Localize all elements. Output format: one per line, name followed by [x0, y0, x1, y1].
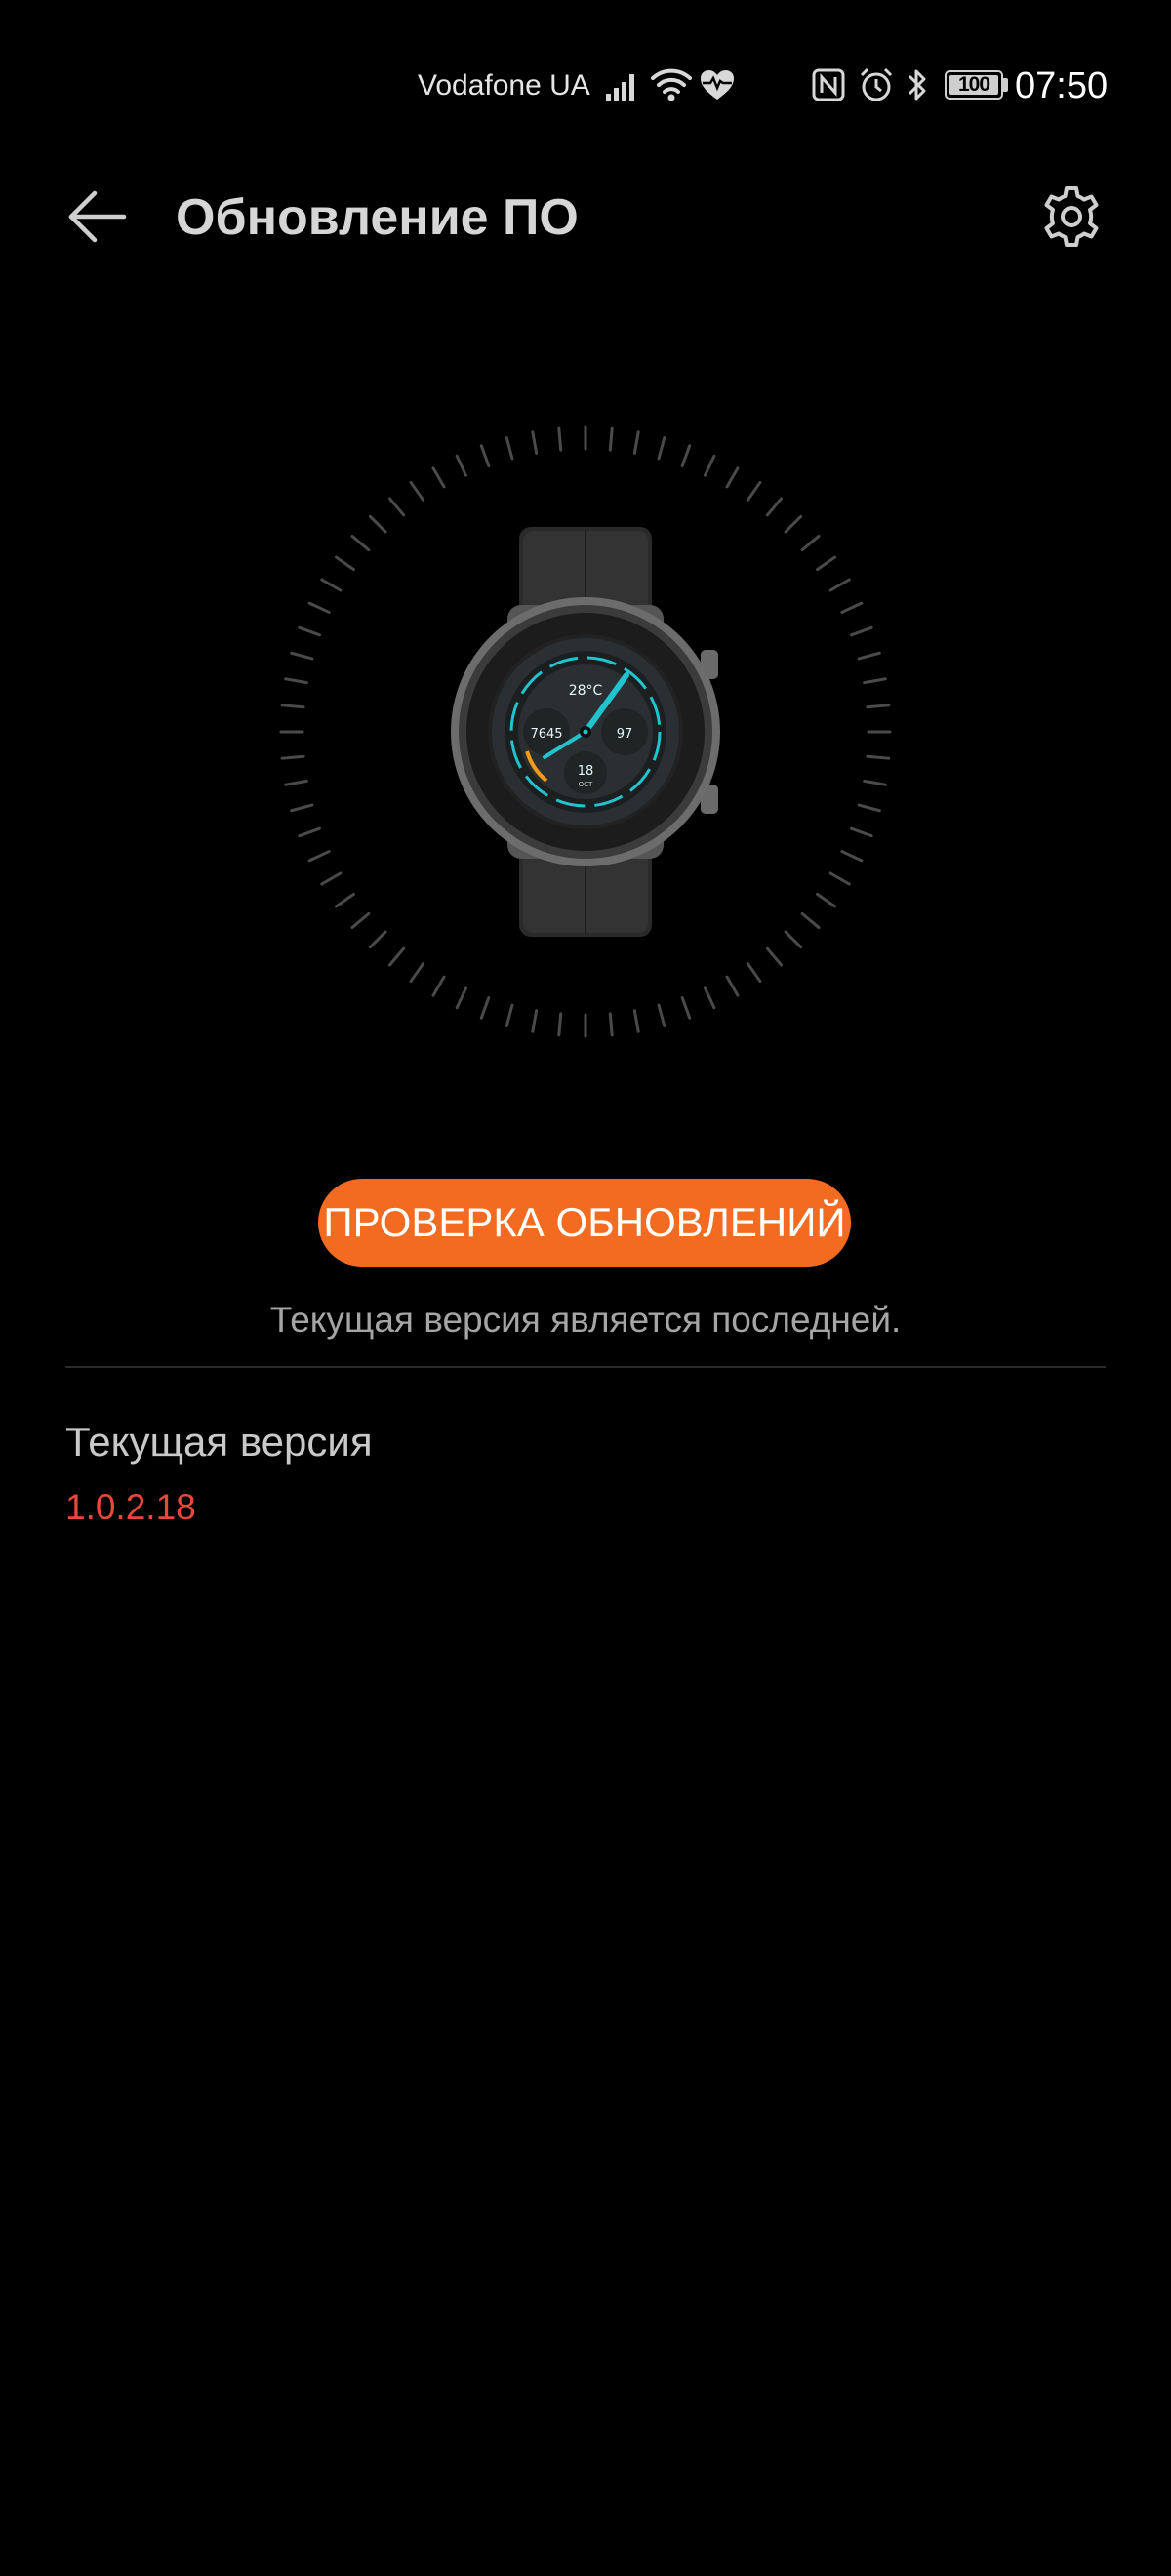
ring-tick [290, 803, 314, 813]
ring-tick [816, 892, 837, 908]
ring-tick [409, 962, 425, 984]
divider [65, 1366, 1106, 1368]
ring-tick [608, 426, 614, 452]
ring-tick [280, 754, 305, 760]
ring-tick [725, 975, 740, 997]
ring-tick [307, 601, 331, 614]
nfc-icon [812, 68, 845, 101]
bluetooth-icon [908, 69, 926, 101]
ring-tick [657, 1003, 666, 1027]
ring-tick [784, 930, 803, 949]
ring-tick [866, 704, 891, 709]
ring-tick [680, 996, 692, 1020]
ring-tick [505, 436, 514, 461]
ring-tick [863, 779, 887, 786]
ring-tick [368, 514, 387, 534]
status-bar: Vodafone UA 100 07:50 [0, 0, 1171, 176]
current-version-label: Текущая версия [65, 1419, 373, 1465]
ring-tick [334, 555, 355, 572]
ring-tick [765, 497, 784, 517]
watch-month-text: OCT [579, 781, 593, 788]
ring-tick [632, 1009, 640, 1033]
ring-tick [290, 651, 314, 661]
ring-tick [298, 625, 321, 637]
ring-tick [431, 975, 446, 997]
ring-tick [350, 534, 371, 552]
ring-tick [320, 578, 343, 592]
arrow-left-icon [68, 190, 127, 243]
ring-tick [863, 677, 887, 685]
ring-tick [387, 946, 406, 967]
ring-tick [840, 601, 864, 614]
ring-tick [531, 430, 539, 455]
wifi-icon [651, 68, 692, 101]
gear-icon [1044, 186, 1099, 247]
ring-tick [505, 1003, 514, 1027]
ring-tick [284, 779, 308, 786]
ring-tick [816, 555, 837, 572]
ring-tick [746, 962, 762, 984]
watch-temp-text: 28°C [569, 683, 603, 699]
ring-tick [704, 454, 716, 477]
ring-tick [746, 480, 762, 502]
ring-tick [307, 850, 331, 863]
ring-tick [704, 986, 716, 1010]
ring-tick [479, 996, 491, 1020]
ring-tick [840, 850, 864, 863]
ring-tick [680, 444, 692, 467]
ring-tick [828, 871, 851, 886]
ring-tick [828, 578, 851, 592]
watch-steps-text: 7645 [530, 727, 562, 742]
watch-heart-text: 97 [617, 727, 633, 742]
watch-date-text: 18 [578, 764, 594, 779]
ring-tick [608, 1012, 614, 1037]
heart-rate-icon [701, 70, 734, 100]
back-button[interactable] [59, 178, 137, 256]
ring-tick [431, 466, 446, 489]
battery-icon: 100 [945, 70, 1003, 100]
ring-tick [557, 426, 563, 452]
ring-tick [857, 651, 881, 661]
ring-tick [632, 430, 640, 455]
ring-tick [857, 803, 881, 813]
ring-tick [455, 986, 467, 1010]
ring-tick [850, 625, 873, 637]
ring-tick [350, 911, 371, 930]
battery-level: 100 [957, 73, 990, 96]
ring-tick [409, 480, 425, 502]
status-time: 07:50 [1015, 65, 1109, 106]
alarm-icon [860, 67, 893, 101]
ring-tick [557, 1012, 563, 1037]
ring-tick [455, 454, 467, 477]
ring-tick [298, 826, 321, 838]
page-title: Обновление ПО [176, 189, 579, 246]
ring-tick [320, 871, 343, 886]
ring-tick [800, 911, 821, 930]
ring-tick [280, 704, 305, 709]
ring-tick [479, 444, 491, 467]
ring-tick [657, 436, 666, 461]
carrier-name: Vodafone UA [418, 69, 590, 101]
ring-tick [725, 466, 740, 489]
signal-icon [606, 74, 634, 101]
ring-tick [866, 754, 891, 760]
ring-tick [387, 497, 406, 517]
settings-button[interactable] [1032, 178, 1110, 256]
ring-tick [765, 946, 784, 967]
current-version-value: 1.0.2.18 [65, 1487, 196, 1527]
ring-tick [334, 892, 355, 908]
ring-tick [850, 826, 873, 838]
ring-tick [784, 514, 803, 534]
update-status-text: Текущая версия является последней. [269, 1300, 902, 1340]
ring-tick [284, 677, 308, 685]
ring-tick [800, 534, 821, 552]
ring-tick [368, 930, 387, 949]
check-updates-button[interactable]: ПРОВЕРКА ОБНОВЛЕНИЙ [318, 1179, 851, 1267]
watch-illustration: 28°C 7645 97 18 OCT [279, 425, 892, 1038]
ring-tick [531, 1009, 539, 1033]
